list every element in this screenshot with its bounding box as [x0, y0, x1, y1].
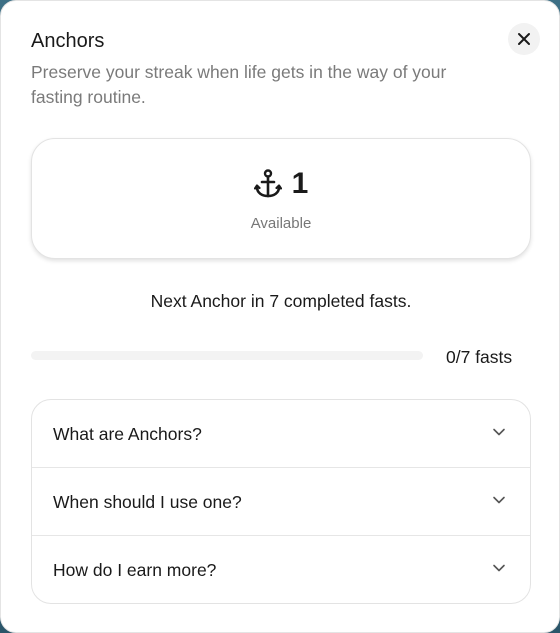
chevron-down-icon — [493, 496, 505, 504]
faq-question: How do I earn more? — [53, 560, 217, 580]
chevron-down-icon — [493, 428, 505, 436]
faq-item-how-to-earn[interactable]: How do I earn more? — [32, 536, 530, 603]
faq-item-when-to-use[interactable]: When should I use one? — [32, 468, 530, 536]
chevron-down-icon — [493, 564, 505, 572]
next-anchor-text: Next Anchor in 7 completed fasts. — [150, 291, 412, 311]
modal-title: Anchors — [31, 30, 105, 52]
anchor-count-value: 1 — [291, 167, 309, 200]
faq-item-what-are-anchors[interactable]: What are Anchors? — [32, 400, 530, 468]
faq-question: When should I use one? — [53, 492, 242, 512]
close-icon — [518, 33, 530, 45]
anchor-available-label: Available — [250, 215, 312, 232]
close-button[interactable] — [508, 23, 540, 55]
anchor-count-row: 1 — [32, 164, 530, 204]
anchors-modal: Anchors Preserve your streak when life g… — [0, 0, 560, 633]
fasts-progress-bar — [31, 351, 423, 360]
anchor-count-card: 1 Available — [31, 138, 531, 259]
anchor-icon — [253, 169, 282, 198]
fasts-progress-label: 0/7 fasts — [446, 347, 513, 367]
faq-accordion: What are Anchors? When should I use one?… — [31, 399, 531, 604]
modal-subtitle: Preserve your streak when life gets in t… — [31, 62, 447, 107]
faq-question: What are Anchors? — [53, 424, 202, 444]
